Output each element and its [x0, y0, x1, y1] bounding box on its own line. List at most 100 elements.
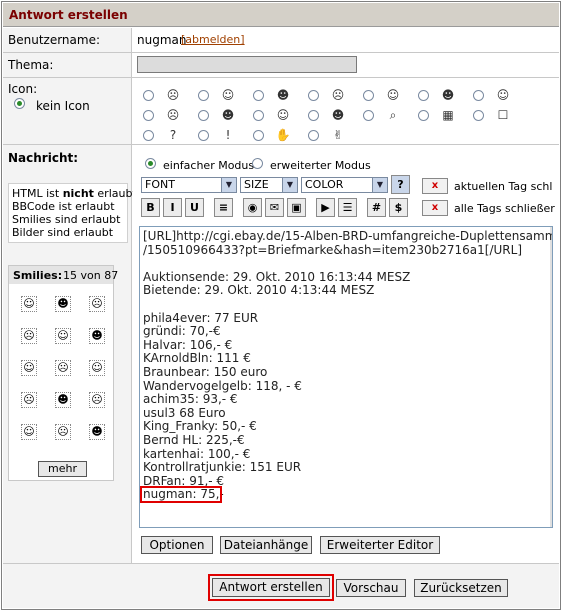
- message-label: Nachricht:: [8, 151, 79, 165]
- wink-face[interactable]: ☺: [385, 88, 401, 103]
- bold-button[interactable]: B: [141, 198, 160, 217]
- smiley-icon[interactable]: ☺: [89, 360, 105, 376]
- preview-button[interactable]: Vorschau: [336, 579, 406, 597]
- icon-option-radio[interactable]: [308, 110, 319, 121]
- smiley-icon[interactable]: ☹: [21, 392, 37, 408]
- exclamation-box-icon[interactable]: !: [220, 128, 236, 143]
- icon-option-radio[interactable]: [363, 90, 374, 101]
- hand-icon[interactable]: ✋: [275, 128, 291, 143]
- topic-label: Thema:: [8, 58, 54, 72]
- smilies-header: Smilies: 15 von 87: [9, 266, 118, 284]
- center-align-button[interactable]: ≡: [214, 198, 233, 217]
- icon-option-radio[interactable]: [198, 110, 209, 121]
- magnify-icon[interactable]: ⌕: [385, 108, 401, 123]
- laugh-face[interactable]: ☻: [220, 108, 236, 123]
- no-icon-radio[interactable]: [14, 98, 25, 109]
- code-button[interactable]: #: [367, 198, 386, 217]
- logout-link[interactable]: [abmelden]: [181, 33, 245, 46]
- php-button[interactable]: $: [389, 198, 408, 217]
- image-button[interactable]: ▣: [287, 198, 306, 217]
- smiley-icon[interactable]: ☹: [55, 360, 71, 376]
- icon-option-radio[interactable]: [253, 90, 264, 101]
- smiley-icon[interactable]: ☻: [55, 296, 71, 312]
- topic-input[interactable]: [137, 56, 357, 73]
- frown-face[interactable]: ☹: [165, 108, 181, 123]
- table-icon[interactable]: ▦: [440, 108, 456, 123]
- thumb-icon[interactable]: ✌: [330, 128, 346, 143]
- email-button[interactable]: ✉: [265, 198, 284, 217]
- options-button[interactable]: Optionen: [141, 536, 213, 554]
- icon-option-radio[interactable]: [143, 130, 154, 141]
- attachments-button[interactable]: Dateianhänge: [220, 536, 312, 554]
- message-textarea[interactable]: [URL]http://cgi.ebay.de/15-Alben-BRD-umf…: [139, 226, 553, 528]
- italic-button[interactable]: I: [163, 198, 182, 217]
- underline-button[interactable]: U: [185, 198, 204, 217]
- bbcode-rule: BBCode ist erlaubt: [12, 200, 115, 213]
- flash-button[interactable]: ▶: [316, 198, 335, 217]
- smilies-count: 15 von 87: [63, 269, 119, 282]
- extended-mode-radio[interactable]: [252, 158, 263, 169]
- username-label-cell: Benutzername:: [3, 28, 132, 52]
- font-select[interactable]: FONT ▼: [141, 177, 237, 193]
- message-label-cell: Nachricht: HTML ist nicht erlaubt BBCode…: [3, 145, 137, 563]
- smile-face[interactable]: ☺: [220, 88, 236, 103]
- icon-option-radio[interactable]: [473, 90, 484, 101]
- simple-mode-radio[interactable]: [145, 158, 156, 169]
- smiley-icon[interactable]: ☺: [21, 296, 37, 312]
- icon-option-radio[interactable]: [198, 90, 209, 101]
- icon-option-radio[interactable]: [143, 90, 154, 101]
- more-smilies-button[interactable]: mehr: [38, 461, 87, 477]
- question-face[interactable]: ☻: [330, 108, 346, 123]
- smiley-icon[interactable]: ☻: [89, 424, 105, 440]
- smiley-icon[interactable]: ☺: [55, 328, 71, 344]
- angry-face[interactable]: ☹: [330, 88, 346, 103]
- message-text-line: Bernd HL: 225,-€: [143, 433, 245, 447]
- color-select[interactable]: COLOR ▼: [301, 177, 388, 193]
- question-box-icon[interactable]: ?: [165, 128, 181, 143]
- posting-rules-box: HTML ist nicht erlaubt BBCode ist erlaub…: [8, 183, 137, 243]
- smiley-icon[interactable]: ☻: [89, 328, 105, 344]
- message-text-line: /150510966433?pt=Briefmarke&hash=item230…: [143, 242, 522, 257]
- smiley-icon[interactable]: ☻: [55, 392, 71, 408]
- font-select-value: FONT: [145, 178, 175, 191]
- icon-option-radio[interactable]: [253, 130, 264, 141]
- icon-option-radio[interactable]: [308, 90, 319, 101]
- cool-face[interactable]: ☺: [495, 88, 511, 103]
- smiley-icon[interactable]: ☺: [21, 424, 37, 440]
- icon-option-radio[interactable]: [418, 110, 429, 121]
- message-text-line: kartenhai: 100,- €: [143, 446, 251, 461]
- close-current-tag-button[interactable]: x: [422, 178, 448, 194]
- size-select-value: SIZE: [244, 178, 269, 191]
- extended-mode-label: erweiterter Modus: [270, 159, 371, 172]
- smiley-icon[interactable]: ☹: [89, 296, 105, 312]
- reset-button[interactable]: Zurücksetzen: [414, 579, 508, 597]
- smiley-icon[interactable]: ☺: [21, 360, 37, 376]
- close-all-tags-button[interactable]: x: [422, 200, 448, 216]
- speech-bubble-icon[interactable]: ☐: [495, 108, 511, 123]
- icon-option-radio[interactable]: [253, 110, 264, 121]
- talk-face[interactable]: ☺: [275, 108, 291, 123]
- tongue-face[interactable]: ☻: [440, 88, 456, 103]
- icon-option-radio[interactable]: [473, 110, 484, 121]
- icon-option-radio[interactable]: [363, 110, 374, 121]
- smiley-icon[interactable]: ☹: [89, 392, 105, 408]
- icon-option-radio[interactable]: [143, 110, 154, 121]
- advanced-editor-button[interactable]: Erweiterter Editor: [320, 536, 440, 554]
- textarea-scrollbar[interactable]: [550, 227, 552, 527]
- message-text-line: Wandervogelgelb: 118, - €: [143, 378, 302, 393]
- smiley-icon[interactable]: ☹: [55, 424, 71, 440]
- link-button[interactable]: ◉: [243, 198, 262, 217]
- icon-option-radio[interactable]: [198, 130, 209, 141]
- submit-reply-button[interactable]: Antwort erstellen: [212, 578, 330, 597]
- smiley-icon[interactable]: ☹: [21, 328, 37, 344]
- grin-face[interactable]: ☻: [275, 88, 291, 103]
- shock-face[interactable]: ☹: [165, 88, 181, 103]
- list-button[interactable]: ☰: [338, 198, 357, 217]
- icon-option-radio[interactable]: [418, 90, 429, 101]
- message-text-line: phila4ever: 77 EUR: [143, 310, 259, 325]
- chevron-down-icon: ▼: [282, 178, 297, 192]
- chevron-down-icon: ▼: [372, 178, 387, 192]
- icon-option-radio[interactable]: [308, 130, 319, 141]
- size-select[interactable]: SIZE ▼: [240, 177, 298, 193]
- help-icon[interactable]: ?: [391, 175, 410, 194]
